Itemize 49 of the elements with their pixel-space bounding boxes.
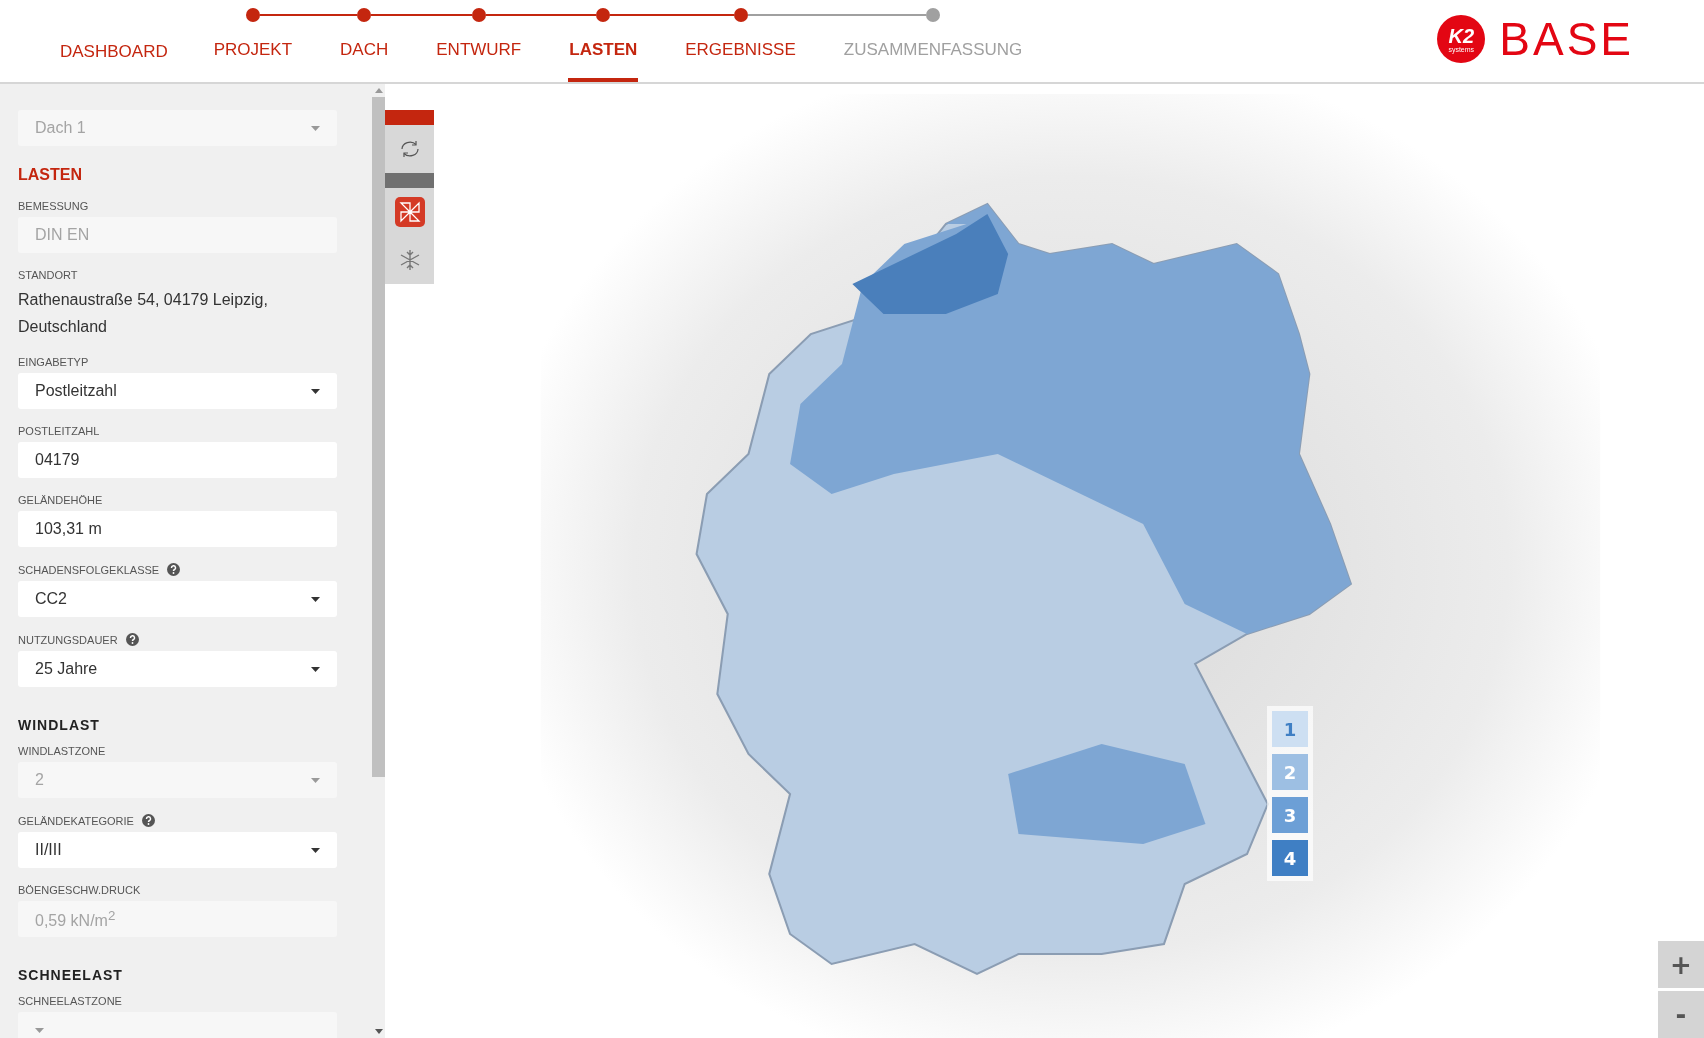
step-tab[interactable]: ERGEBNISSE xyxy=(661,40,820,82)
logo-text: BASE xyxy=(1499,12,1634,66)
section-title: LASTEN xyxy=(18,166,83,184)
dashboard-link[interactable]: DASHBOARD xyxy=(60,42,168,82)
step-tab[interactable]: PROJEKT xyxy=(189,40,317,82)
caret-icon xyxy=(311,596,320,602)
snowflake-icon xyxy=(398,249,421,271)
select-field[interactable]: 25 Jahre xyxy=(18,651,337,687)
scroll-up-icon[interactable] xyxy=(374,88,383,93)
section-heading: SCHNEELAST xyxy=(18,967,124,983)
caret-icon xyxy=(311,847,320,853)
select-field[interactable]: Postleitzahl xyxy=(18,373,337,409)
input-field[interactable]: 103,31 m xyxy=(18,511,337,547)
field-label: SCHNEELASTZONE xyxy=(18,995,122,1007)
field-label: GELÄNDEHÖHE xyxy=(18,494,103,506)
help-icon[interactable] xyxy=(167,563,181,576)
caret-icon xyxy=(311,666,320,672)
pinwheel-icon xyxy=(394,197,425,227)
zoom-in-button[interactable]: + xyxy=(1658,941,1704,988)
address-text: Rathenaustraße 54, 04179 Leipzig, Deutschland xyxy=(18,290,269,337)
toolbar-section-bar xyxy=(385,173,434,188)
field-label: EINGABETYP xyxy=(18,356,89,368)
step-tab[interactable]: ENTWURF xyxy=(412,40,546,82)
field-label: POSTLEITZAHL xyxy=(18,425,100,437)
field-label: WINDLASTZONE xyxy=(18,745,106,757)
toolbar-header-bar xyxy=(385,110,434,125)
legend-item[interactable]: 1 xyxy=(1272,711,1308,747)
caret-icon xyxy=(311,125,320,131)
select-field[interactable]: II/III xyxy=(18,832,337,868)
step-tab[interactable]: LASTEN xyxy=(545,40,662,82)
field-label: BEMESSUNG xyxy=(18,200,89,212)
help-icon[interactable] xyxy=(141,814,155,827)
field-label: STANDORT xyxy=(18,269,78,281)
caret-icon xyxy=(311,777,320,783)
help-icon[interactable] xyxy=(125,633,139,646)
scrollbar-thumb[interactable] xyxy=(372,97,385,777)
field-label: NUTZUNGSDAUER xyxy=(18,633,118,646)
caret-icon xyxy=(311,388,320,394)
caret-icon xyxy=(35,1027,44,1033)
field-label: GELÄNDEKATEGORIE xyxy=(18,814,134,827)
input-field[interactable]: 04179 xyxy=(18,442,337,478)
zoom-out-button[interactable]: - xyxy=(1658,991,1704,1038)
select-field[interactable]: CC2 xyxy=(18,581,337,617)
field-label: BÖENGESCHW.DRUCK xyxy=(18,884,141,896)
scroll-down-icon[interactable] xyxy=(374,1029,383,1034)
legend-item[interactable]: 4 xyxy=(1272,840,1308,876)
step-tab[interactable]: DACH xyxy=(316,40,413,82)
field-label: SCHADENSFOLGEKLASSE xyxy=(18,563,160,576)
section-heading: WINDLAST xyxy=(18,717,101,733)
